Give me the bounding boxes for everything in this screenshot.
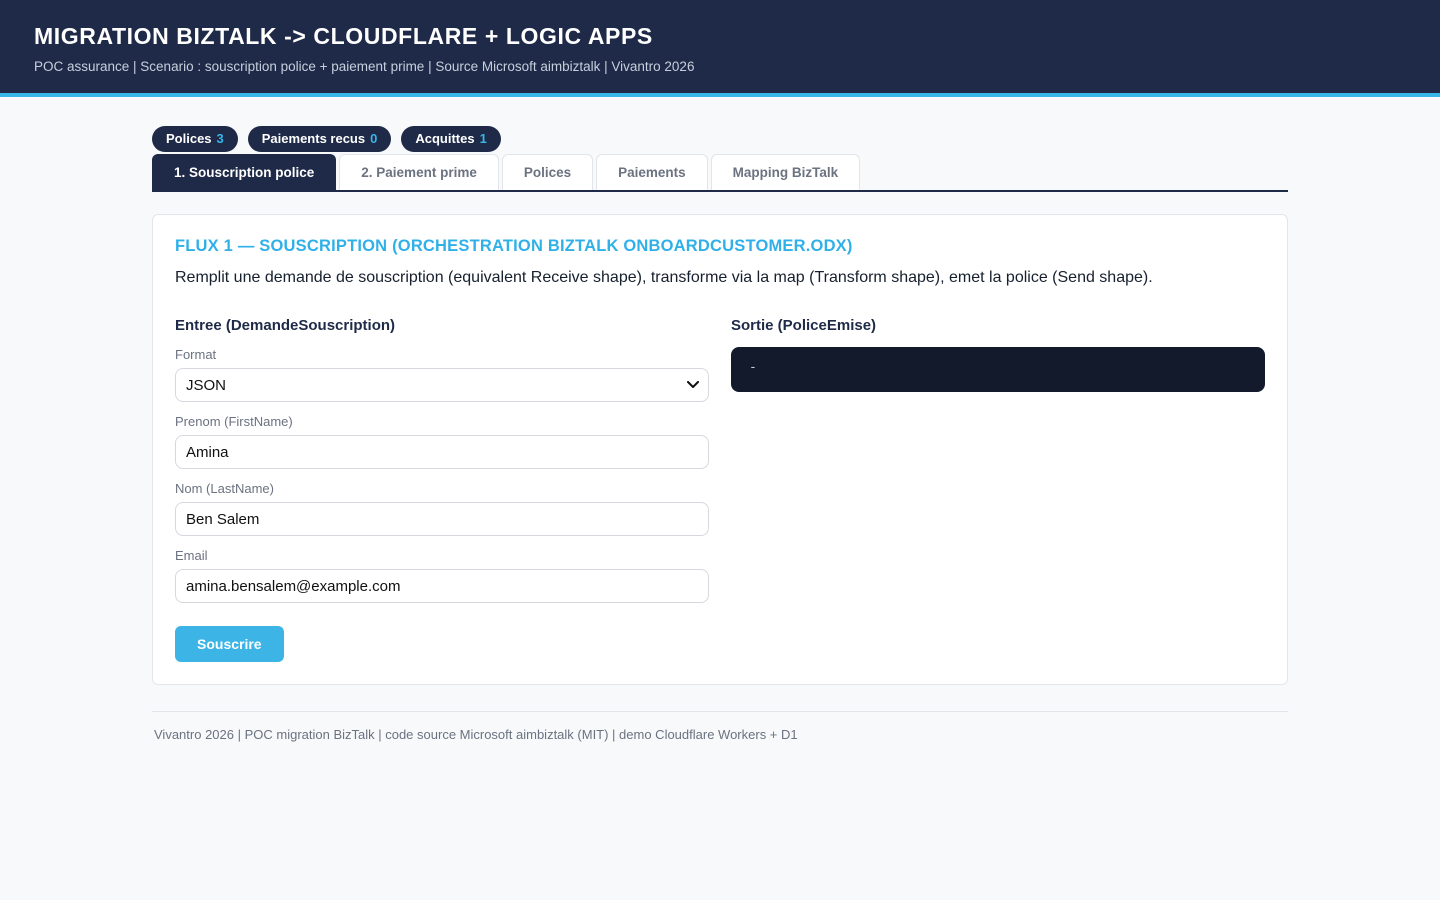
firstname-field-group: Prenom (FirstName) (175, 414, 709, 469)
email-field[interactable] (175, 569, 709, 603)
badge-label: Acquittes (415, 131, 474, 146)
format-field-group: Format JSON (175, 347, 709, 402)
tab-paiement-prime[interactable]: 2. Paiement prime (339, 154, 499, 190)
flux-card-title: FLUX 1 — SOUSCRIPTION (ORCHESTRATION BIZ… (175, 237, 1265, 256)
lastname-field-group: Nom (LastName) (175, 481, 709, 536)
badge-label: Paiements recus (262, 131, 365, 146)
format-label: Format (175, 347, 709, 362)
lastname-field[interactable] (175, 502, 709, 536)
tab-bar: 1. Souscription police 2. Paiement prime… (152, 154, 1288, 192)
format-select[interactable]: JSON (175, 368, 709, 402)
lastname-label: Nom (LastName) (175, 481, 709, 496)
badge-polices: Polices 3 (152, 126, 238, 152)
output-section-heading: Sortie (PoliceEmise) (731, 317, 1265, 334)
badge-paiements-recus: Paiements recus 0 (248, 126, 392, 152)
input-section-heading: Entree (DemandeSouscription) (175, 317, 709, 334)
page-footer: Vivantro 2026 | POC migration BizTalk | … (152, 711, 1288, 762)
email-label: Email (175, 548, 709, 563)
flux-form-grid: Entree (DemandeSouscription) Format JSON… (175, 317, 1265, 662)
tab-mapping-biztalk[interactable]: Mapping BizTalk (711, 154, 861, 190)
status-badges: Polices 3 Paiements recus 0 Acquittes 1 (152, 126, 1288, 152)
output-section: Sortie (PoliceEmise) - (731, 317, 1265, 662)
main-container: Polices 3 Paiements recus 0 Acquittes 1 … (152, 97, 1288, 762)
tab-paiements[interactable]: Paiements (596, 154, 708, 190)
flux-card-description: Remplit une demande de souscription (equ… (175, 269, 1265, 287)
page-title: MIGRATION BIZTALK -> CLOUDFLARE + LOGIC … (34, 23, 1406, 50)
app-header: MIGRATION BIZTALK -> CLOUDFLARE + LOGIC … (0, 0, 1440, 97)
badge-count: 3 (217, 131, 224, 146)
badge-count: 1 (480, 131, 487, 146)
input-section: Entree (DemandeSouscription) Format JSON… (175, 317, 709, 662)
page-subtitle: POC assurance | Scenario : souscription … (34, 59, 1406, 74)
firstname-field[interactable] (175, 435, 709, 469)
tab-souscription-police[interactable]: 1. Souscription police (152, 154, 336, 190)
email-field-group: Email (175, 548, 709, 603)
police-emise-output: - (731, 347, 1265, 392)
firstname-label: Prenom (FirstName) (175, 414, 709, 429)
flux-card: FLUX 1 — SOUSCRIPTION (ORCHESTRATION BIZ… (152, 214, 1288, 685)
badge-label: Polices (166, 131, 212, 146)
badge-acquittes: Acquittes 1 (401, 126, 500, 152)
tab-polices[interactable]: Polices (502, 154, 593, 190)
souscrire-button[interactable]: Souscrire (175, 626, 284, 662)
badge-count: 0 (370, 131, 377, 146)
format-select-wrap: JSON (175, 368, 709, 402)
